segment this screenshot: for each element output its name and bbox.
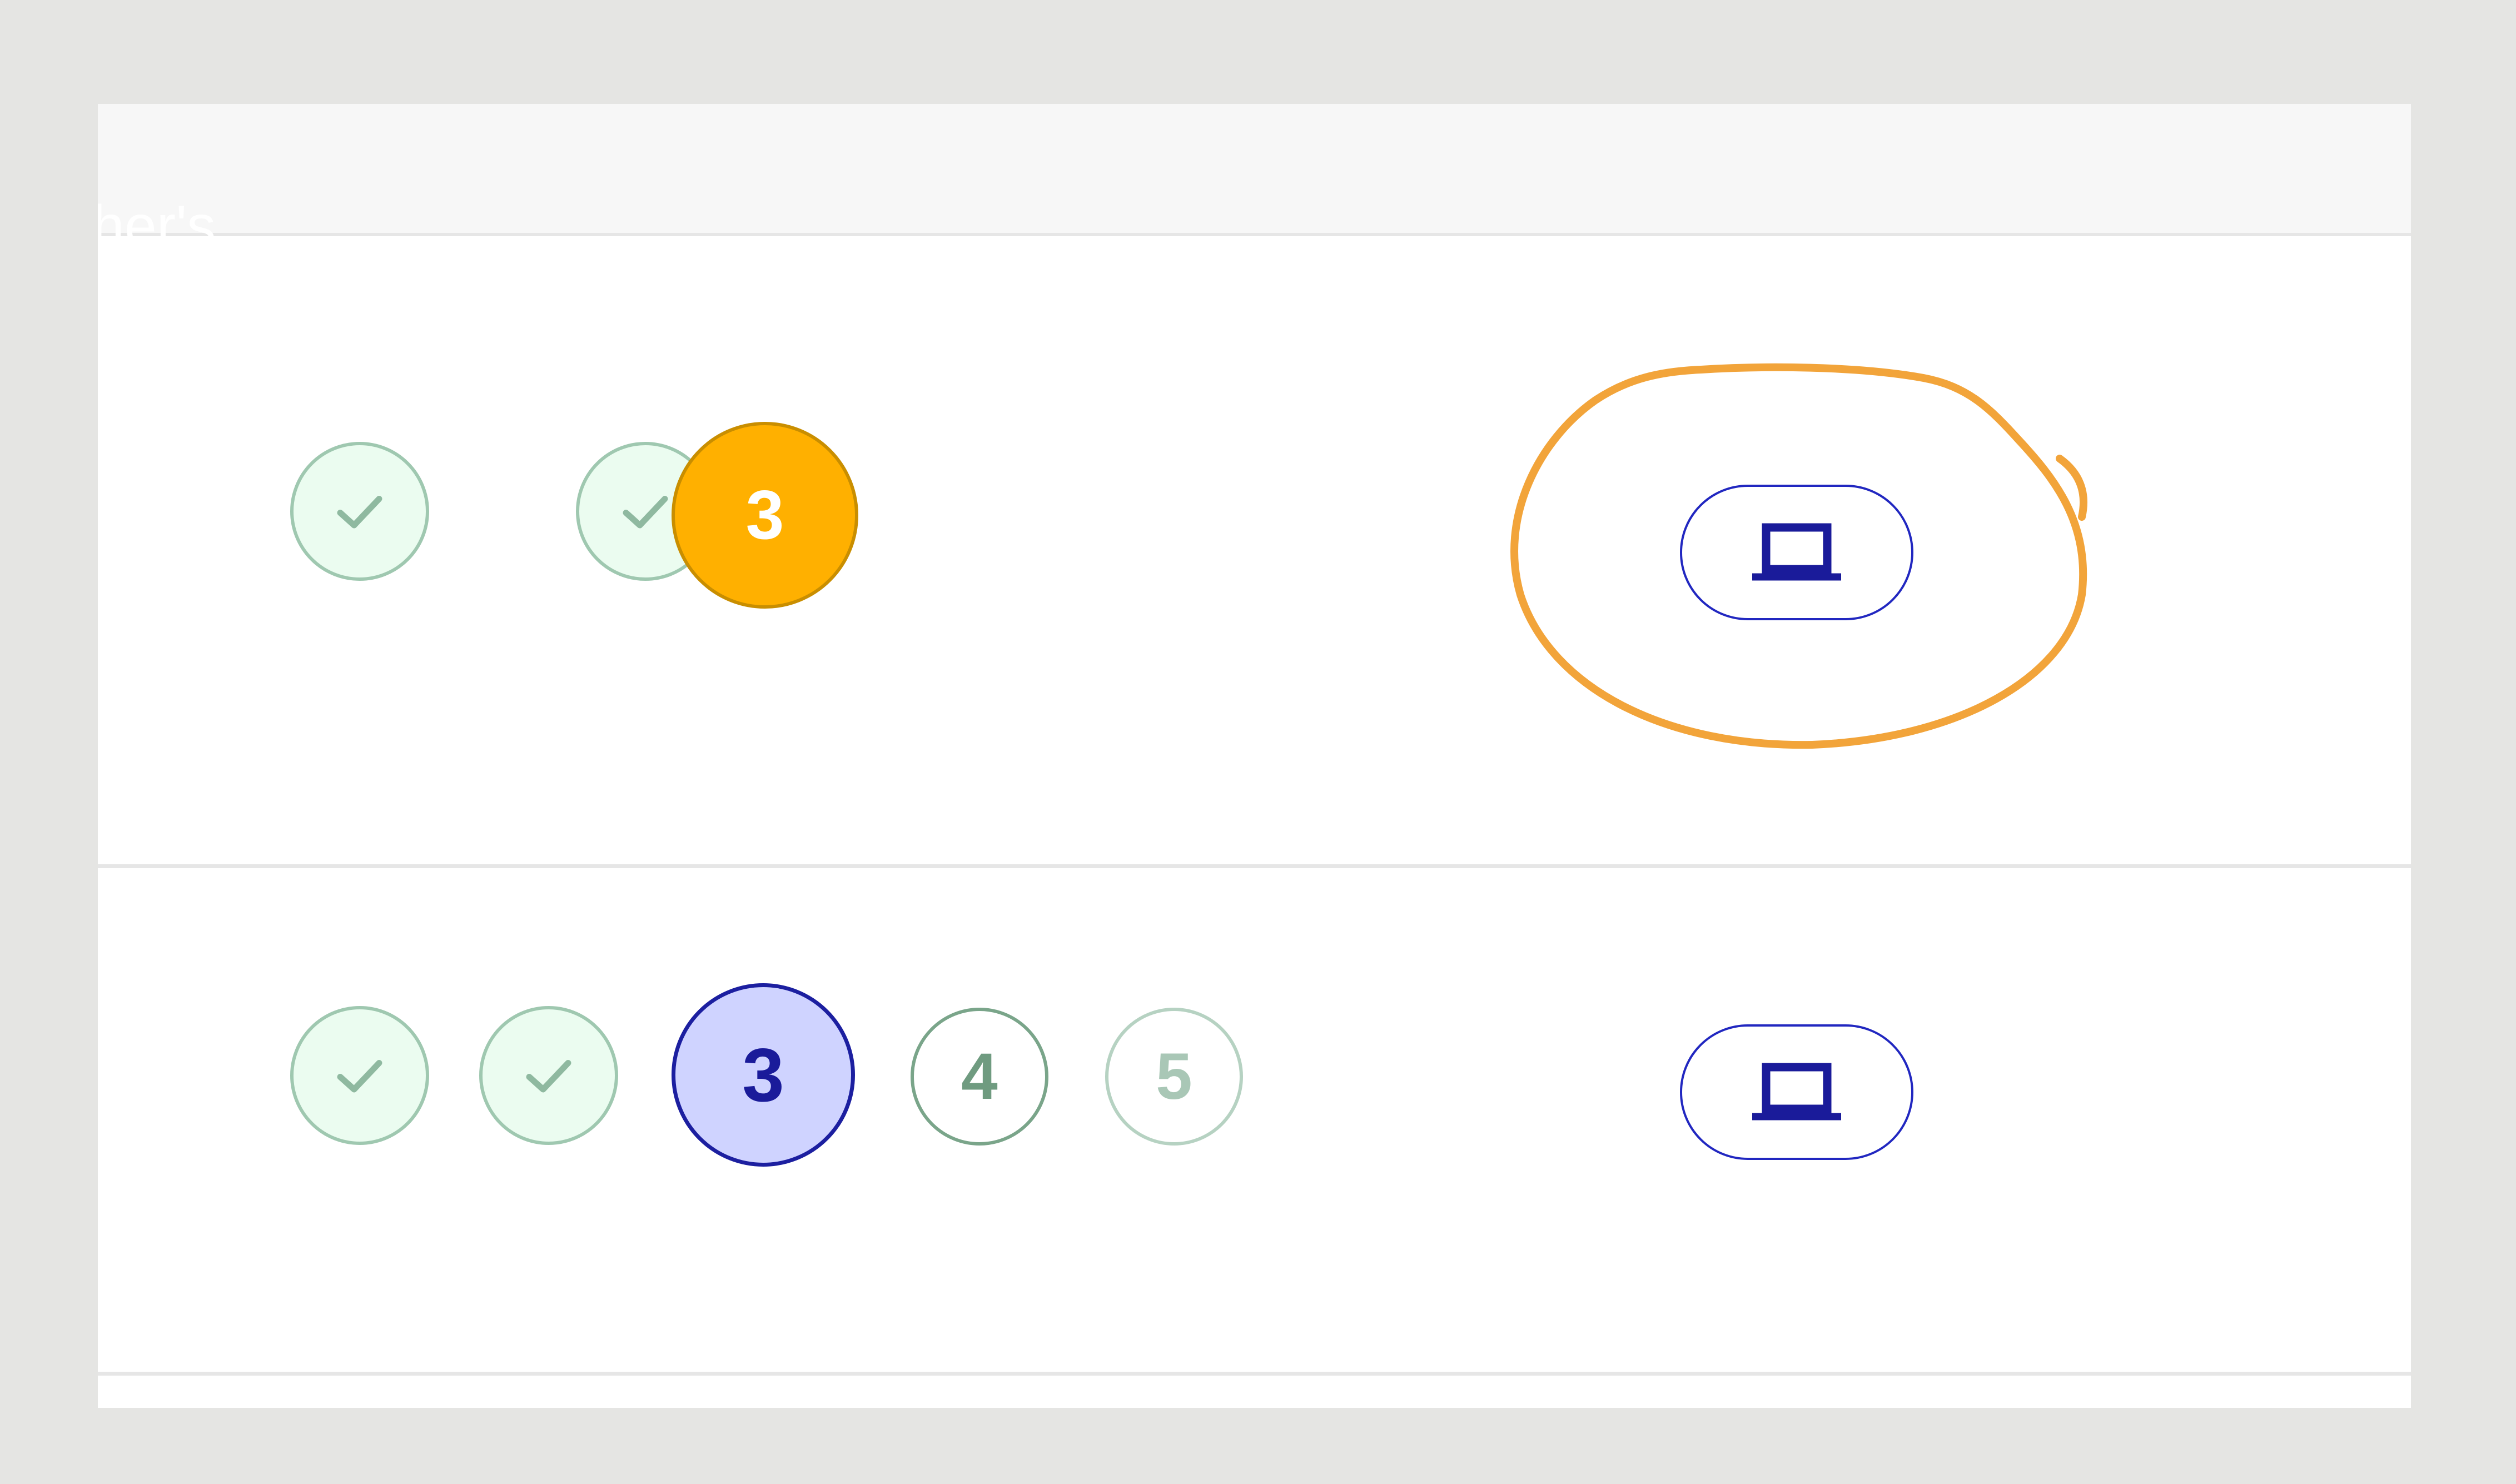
step-upcoming-5: 5 (1105, 1008, 1243, 1146)
step-number: 4 (961, 1040, 998, 1113)
open-on-computer-button[interactable] (1680, 1024, 1913, 1160)
open-on-computer-button[interactable] (1680, 485, 1913, 620)
step-current: 3 (672, 422, 858, 609)
check-icon (526, 1060, 571, 1093)
step-number: 3 (742, 1033, 784, 1117)
step-complete-2 (479, 1006, 618, 1145)
check-icon (337, 1060, 382, 1093)
sessions-table: her's 3 3 4 5 (98, 104, 2411, 1408)
step-upcoming-4: 4 (911, 1008, 1048, 1146)
step-complete-1 (290, 442, 429, 581)
row-divider (98, 864, 2411, 868)
step-number: 5 (1156, 1040, 1192, 1113)
step-number: 3 (745, 477, 784, 554)
table-header: her's (98, 104, 2411, 255)
laptop-icon (1752, 1063, 1841, 1121)
step-complete-1 (290, 1006, 429, 1145)
row-divider (98, 1372, 2411, 1376)
check-icon (623, 496, 668, 529)
header-label: her's (98, 194, 216, 258)
check-icon (337, 496, 382, 529)
step-current: 3 (672, 983, 855, 1167)
laptop-icon (1752, 523, 1841, 581)
